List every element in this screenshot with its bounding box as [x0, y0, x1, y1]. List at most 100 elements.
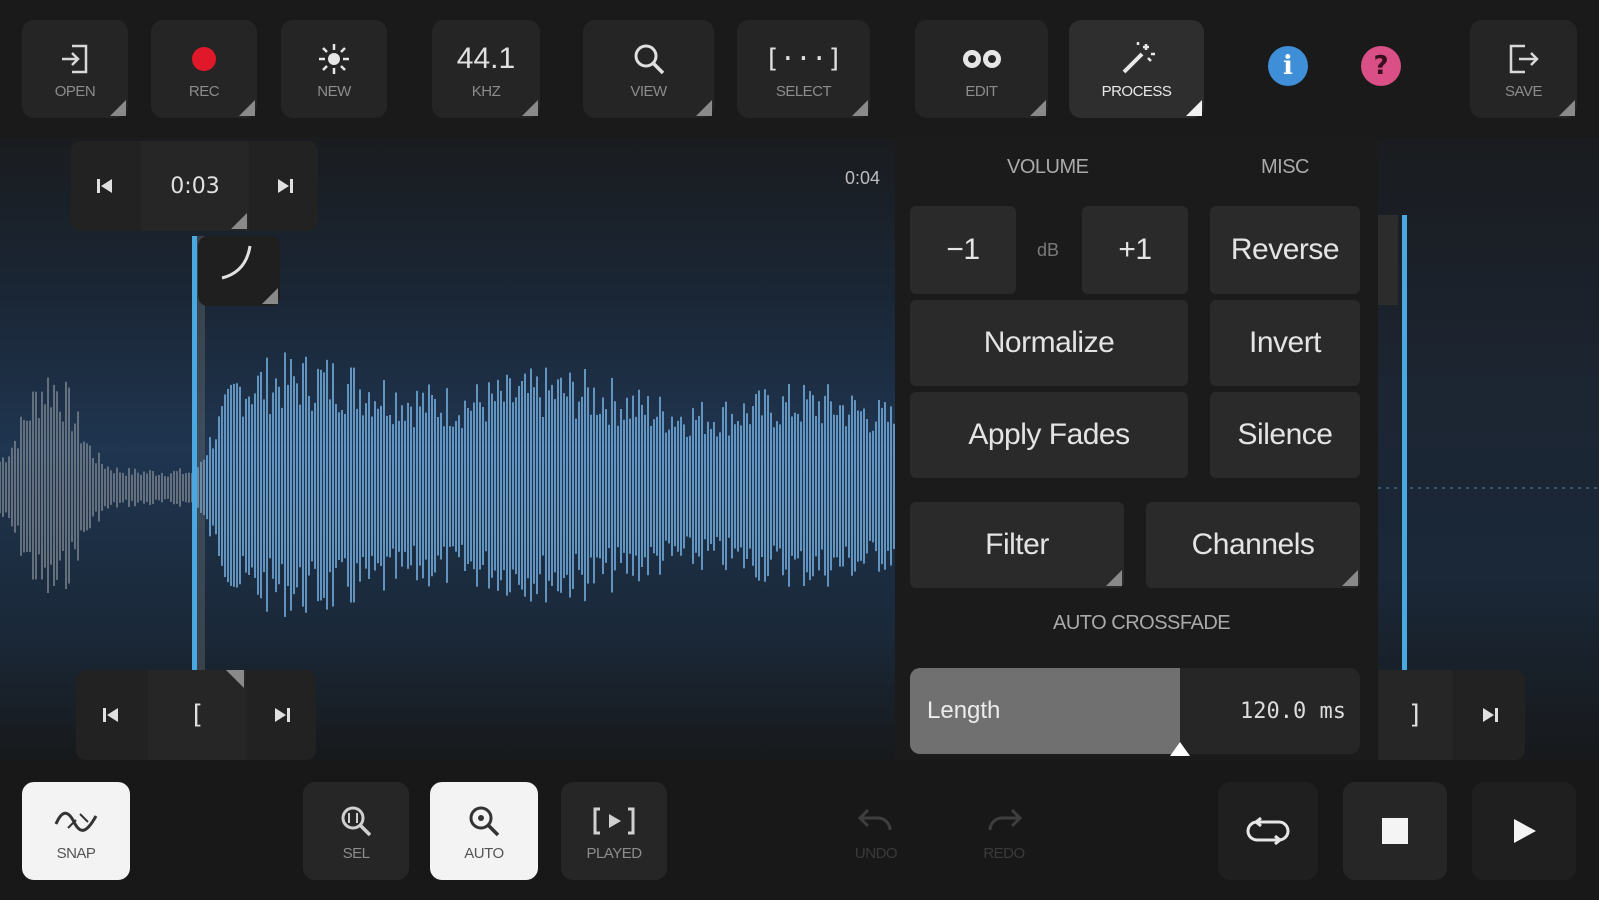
loop-toggle[interactable] — [1218, 782, 1318, 880]
length-value: 120.0 ms — [1240, 698, 1346, 724]
volume-up-button[interactable]: +1 — [1082, 206, 1188, 294]
crossfade-length-slider[interactable]: Length 120.0 ms — [910, 668, 1360, 754]
selection-end-marker[interactable] — [1402, 215, 1407, 670]
redo-label: REDO — [983, 844, 1025, 862]
edit-label: EDIT — [965, 82, 998, 100]
normalize-button[interactable]: Normalize — [910, 300, 1188, 386]
view-label: VIEW — [630, 82, 667, 100]
scissors-icon — [960, 39, 1004, 79]
undo-icon — [858, 801, 894, 841]
edit-menu-indicator — [1030, 100, 1046, 116]
fade-menu-indicator — [262, 288, 278, 304]
skip-forward-button[interactable] — [251, 141, 318, 231]
normalize-label: Normalize — [983, 326, 1115, 359]
process-menu-indicator — [1186, 100, 1202, 116]
waveform-view[interactable] — [0, 138, 895, 760]
played-icon — [592, 801, 636, 841]
waveform-view-right[interactable] — [1378, 138, 1599, 760]
record-button[interactable]: REC — [151, 20, 257, 118]
volume-up-label: +1 — [1118, 233, 1152, 266]
invert-label: Invert — [1248, 326, 1322, 359]
selection-brackets-icon: [···] — [764, 43, 843, 74]
end-bracket-text: ] — [1407, 700, 1424, 730]
marker-skip-forward-button[interactable] — [248, 670, 316, 760]
help-button[interactable]: ? — [1361, 46, 1401, 86]
marker-skip-back-button[interactable] — [76, 670, 146, 760]
search-icon — [631, 39, 667, 79]
save-button[interactable]: SAVE — [1470, 20, 1577, 118]
filter-menu-indicator — [1106, 570, 1122, 586]
sample-rate-menu-indicator — [522, 100, 538, 116]
info-icon: i — [1283, 51, 1293, 81]
new-button[interactable]: NEW — [281, 20, 387, 118]
redo-button[interactable]: REDO — [953, 782, 1055, 880]
stop-button[interactable] — [1343, 782, 1447, 880]
crossfade-length-thumb[interactable] — [1170, 742, 1190, 756]
open-button[interactable]: OPEN — [22, 20, 128, 118]
reverse-button[interactable]: Reverse — [1210, 206, 1360, 294]
auto-crossfade-header: AUTO CROSSFADE — [1053, 612, 1231, 634]
volume-down-button[interactable]: −1 — [910, 206, 1016, 294]
channels-button[interactable]: Channels — [1146, 502, 1360, 588]
process-button[interactable]: PROCESS — [1069, 20, 1204, 118]
end-bracket-button[interactable]: ] — [1378, 670, 1453, 760]
undo-button[interactable]: UNDO — [825, 782, 927, 880]
process-label: PROCESS — [1101, 82, 1172, 100]
waveform-graphic — [0, 352, 895, 617]
channels-label: Channels — [1191, 528, 1315, 561]
save-label: SAVE — [1505, 82, 1542, 100]
magic-wand-icon — [1118, 39, 1156, 79]
help-icon: ? — [1373, 51, 1389, 81]
zoom-selection-icon — [338, 801, 374, 841]
silence-label: Silence — [1237, 418, 1333, 451]
start-bracket-button[interactable]: [ — [148, 670, 246, 760]
volume-header: VOLUME — [1007, 156, 1089, 178]
auto-zoom-icon — [466, 801, 502, 841]
invert-button[interactable]: Invert — [1210, 300, 1360, 386]
channels-menu-indicator — [1342, 570, 1358, 586]
skip-back-button[interactable] — [71, 141, 139, 231]
end-skip-forward-button[interactable] — [1455, 670, 1525, 760]
snap-toggle[interactable]: SNAP — [22, 782, 130, 880]
sample-rate-button[interactable]: 44.1 KHZ — [432, 20, 540, 118]
apply-fades-button[interactable]: Apply Fades — [910, 392, 1188, 478]
auto-zoom-toggle[interactable]: AUTO — [430, 782, 538, 880]
start-bracket-indicator — [226, 670, 244, 688]
save-menu-indicator — [1559, 100, 1575, 116]
played-button[interactable]: PLAYED — [561, 782, 667, 880]
play-button[interactable] — [1472, 782, 1576, 880]
loop-icon — [1243, 811, 1293, 851]
silence-button[interactable]: Silence — [1210, 392, 1360, 478]
position-time-text: 0:03 — [170, 173, 220, 199]
reverse-label: Reverse — [1230, 233, 1340, 266]
skip-forward-icon — [275, 708, 290, 722]
select-menu-indicator — [852, 100, 868, 116]
position-time[interactable]: 0:03 — [141, 141, 249, 231]
skip-back-icon — [97, 179, 112, 193]
db-unit-label: dB — [1036, 239, 1060, 260]
filter-label: Filter — [985, 528, 1049, 561]
edit-button[interactable]: EDIT — [915, 20, 1048, 118]
misc-header: MISC — [1261, 156, 1310, 178]
zoom-selection-button[interactable]: SEL — [303, 782, 409, 880]
process-panel: VOLUME MISC −1 dB +1 Normalize Apply Fad… — [895, 138, 1378, 760]
redo-icon — [986, 801, 1022, 841]
volume-down-label: −1 — [946, 233, 980, 266]
view-button[interactable]: VIEW — [583, 20, 714, 118]
select-button[interactable]: [···] SELECT — [737, 20, 870, 118]
skip-forward-icon — [1483, 708, 1498, 722]
scroll-handle[interactable] — [1378, 215, 1398, 305]
undo-label: UNDO — [854, 844, 898, 862]
snap-label: SNAP — [56, 844, 96, 862]
filter-button[interactable]: Filter — [910, 502, 1124, 588]
length-label: Length — [927, 697, 1001, 724]
select-label: SELECT — [775, 82, 832, 100]
info-button[interactable]: i — [1268, 46, 1308, 86]
position-transport: 0:03 — [71, 141, 318, 231]
end-marker-transport: ] — [1378, 670, 1525, 760]
open-label: OPEN — [54, 82, 96, 100]
waveform-graphic-right — [1378, 487, 1599, 489]
play-icon — [1509, 811, 1539, 851]
stop-icon — [1380, 811, 1410, 851]
fade-curve-button[interactable] — [198, 236, 280, 306]
